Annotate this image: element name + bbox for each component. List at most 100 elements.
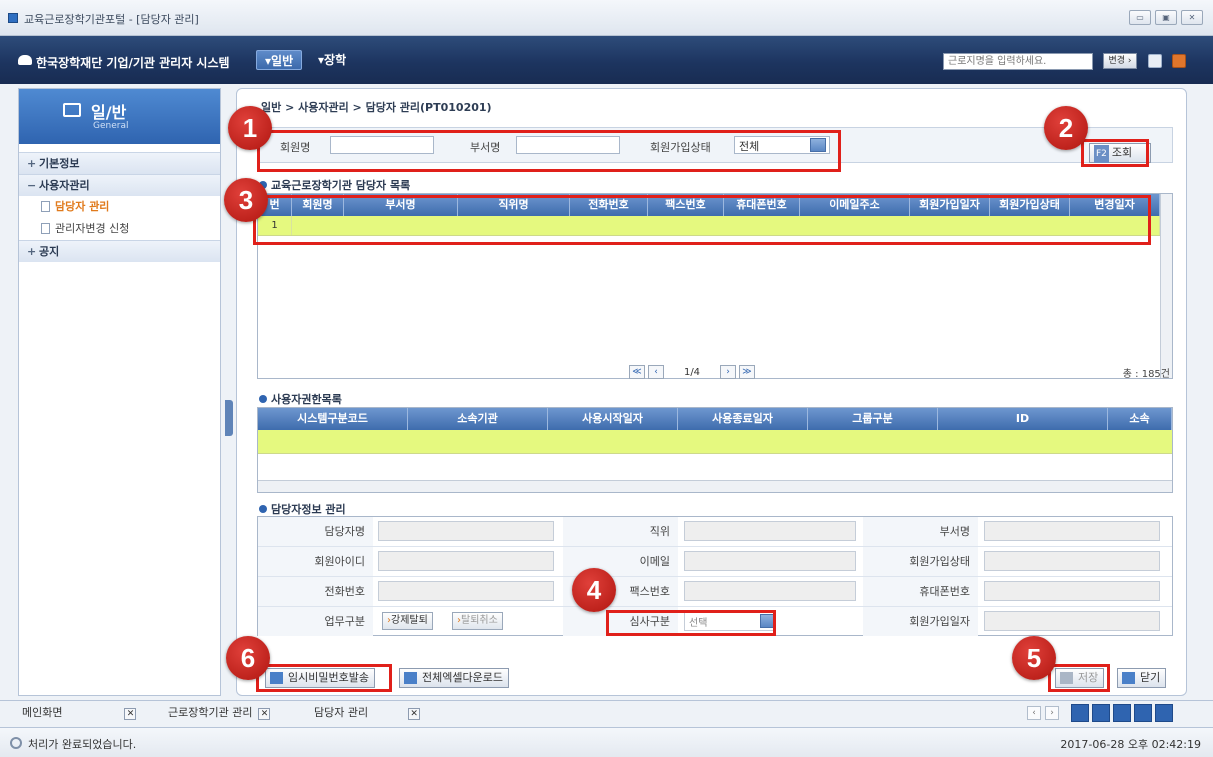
close-all-icon[interactable] — [1155, 704, 1173, 722]
sidebar-collapse-handle[interactable] — [225, 400, 233, 436]
prev-page-button[interactable]: ‹ — [648, 365, 664, 379]
task-tab-label: 근로장학기관 관리 — [168, 706, 253, 719]
excel-download-button[interactable]: 전체엑셀다운로드 — [399, 668, 509, 688]
callout-marker-2: 2 — [1044, 106, 1088, 150]
task-tab-manager[interactable]: 담당자 관리 ✕ — [314, 704, 421, 722]
menu-general[interactable]: ▾일반 — [256, 50, 303, 70]
status-bar: 처리가 완료되었습니다. 2017-06-28 오후 02:42:19 — [0, 727, 1213, 757]
cancel-withdraw-button[interactable]: ›탈퇴취소 — [452, 612, 503, 630]
grid-horizontal-scrollbar[interactable] — [258, 480, 1172, 492]
column-header[interactable]: 사용시작일자 — [548, 408, 678, 430]
workplace-search-input[interactable] — [943, 53, 1093, 70]
tab-scroll-left-icon[interactable]: ‹ — [1027, 706, 1041, 720]
member-id-label: 회원아이디 — [258, 547, 373, 576]
tile-horizontal-icon[interactable] — [1092, 704, 1110, 722]
close-icon — [1122, 672, 1135, 684]
task-tab-bar: 메인화면 ✕ 근로장학기관 관리 ✕ 담당자 관리 ✕ ‹ › — [0, 700, 1213, 724]
first-page-button[interactable]: ≪ — [629, 365, 645, 379]
callout-marker-4: 4 — [572, 568, 616, 612]
sidebar-item-admin-change-request[interactable]: 관리자변경 신청 — [19, 218, 220, 240]
total-count: 총 : 185건 — [1122, 369, 1170, 380]
callout-box-review — [606, 610, 776, 636]
column-header[interactable]: 사용종료일자 — [678, 408, 808, 430]
join-date-field[interactable] — [984, 611, 1160, 631]
position-label: 직위 — [563, 517, 678, 546]
sidebar-subtitle: General — [93, 121, 129, 131]
work-type-label: 업무구분 — [258, 607, 373, 636]
next-page-button[interactable]: › — [720, 365, 736, 379]
menu-scholarship[interactable]: ▾장학 — [310, 50, 354, 70]
phone-field[interactable] — [378, 581, 554, 601]
column-header[interactable]: 소속 — [1108, 408, 1172, 430]
email-field[interactable] — [684, 551, 856, 571]
mobile-field[interactable] — [984, 581, 1160, 601]
sidebar-item-user-management[interactable]: − 사용자관리 — [19, 174, 220, 196]
position-field[interactable] — [684, 521, 856, 541]
minimize-button[interactable]: ▭ — [1129, 10, 1151, 25]
close-button[interactable]: 닫기 — [1117, 668, 1167, 688]
column-header[interactable]: ID — [938, 408, 1108, 430]
main-panel: 일반 > 사용자관리 > 담당자 관리(PT010201) 회원명 부서명 회원… — [236, 88, 1187, 696]
help-icon[interactable] — [1148, 54, 1162, 68]
dept-field[interactable] — [984, 521, 1160, 541]
grid-vertical-scrollbar[interactable] — [1160, 194, 1172, 378]
foundation-logo-icon — [18, 55, 32, 65]
table-row[interactable] — [258, 430, 1172, 454]
top-navigation: 한국장학재단 기업/기관 관리자 시스템 ▾일반 ▾장학 변경 › — [0, 36, 1213, 84]
mobile-label: 휴대폰번호 — [863, 577, 978, 606]
logout-icon[interactable] — [1172, 54, 1186, 68]
close-tab-icon[interactable]: ✕ — [408, 708, 421, 720]
magnifier-icon — [10, 737, 22, 749]
callout-marker-1: 1 — [228, 106, 272, 150]
sidebar-item-notice[interactable]: + 공지 — [19, 240, 220, 262]
column-header[interactable]: 소속기관 — [408, 408, 548, 430]
info-form-title: 담당자정보 관리 — [259, 501, 346, 517]
tab-scroll-right-icon[interactable]: › — [1045, 706, 1059, 720]
permission-list-title-text: 사용자권한목록 — [271, 393, 342, 406]
last-page-button[interactable]: ≫ — [739, 365, 755, 379]
member-id-field[interactable] — [378, 551, 554, 571]
callout-box-search-button — [1081, 139, 1149, 167]
collapse-icon: − — [27, 179, 37, 192]
window-titlebar: 교육근로장학기관포털 - [담당자 관리] ▭ ▣ ✕ — [0, 0, 1213, 36]
task-tab-label: 메인화면 — [22, 706, 63, 719]
close-window-button[interactable]: ✕ — [1181, 10, 1203, 25]
minimize-all-icon[interactable] — [1134, 704, 1152, 722]
maximize-button[interactable]: ▣ — [1155, 10, 1177, 25]
column-header[interactable]: 시스템구분코드 — [258, 408, 408, 430]
permission-grid: 시스템구분코드 소속기관 사용시작일자 사용종료일자 그룹구분 ID 소속 — [257, 407, 1173, 493]
manager-name-field[interactable] — [378, 521, 554, 541]
force-withdraw-button[interactable]: ›강제탈퇴 — [382, 612, 433, 630]
join-date-label: 회원가입일자 — [863, 607, 978, 636]
cascade-icon[interactable] — [1113, 704, 1131, 722]
force-withdraw-label: 강제탈퇴 — [391, 615, 428, 626]
sidebar-title: 일/반 — [91, 103, 127, 122]
task-tab-main[interactable]: 메인화면 ✕ — [22, 704, 137, 722]
callout-box-search — [257, 130, 841, 172]
callout-marker-3: 3 — [224, 178, 268, 222]
fax-field[interactable] — [684, 581, 856, 601]
task-tab-label: 담당자 관리 — [314, 706, 369, 719]
callout-box-grid — [253, 195, 1151, 245]
status-datetime: 2017-06-28 오후 02:42:19 — [1060, 738, 1201, 751]
close-tab-icon[interactable]: ✕ — [258, 708, 271, 720]
task-tab-institution[interactable]: 근로장학기관 관리 ✕ — [168, 704, 271, 722]
sidebar-item-label: 관리자변경 신청 — [55, 222, 130, 235]
document-icon — [41, 201, 50, 212]
manager-list-title-text: 교육근로장학기관 담당자 목록 — [271, 179, 411, 192]
column-header[interactable]: 그룹구분 — [808, 408, 938, 430]
change-button[interactable]: 변경 › — [1103, 53, 1137, 69]
system-logo[interactable]: 한국장학재단 기업/기관 관리자 시스템 — [36, 54, 230, 71]
sidebar-item-manager-management[interactable]: 담당자 관리 — [19, 196, 220, 218]
join-status-field[interactable] — [984, 551, 1160, 571]
excel-download-label: 전체엑셀다운로드 — [422, 671, 503, 684]
sidebar-item-basic-info[interactable]: + 기본정보 — [19, 152, 220, 174]
expand-icon: + — [27, 245, 37, 258]
expand-icon: + — [27, 157, 37, 170]
sidebar-item-label: 사용자관리 — [39, 179, 90, 192]
bullet-icon — [259, 505, 267, 513]
callout-box-temp-password — [256, 664, 392, 692]
tile-vertical-icon[interactable] — [1071, 704, 1089, 722]
close-tab-icon[interactable]: ✕ — [124, 708, 137, 720]
document-icon — [41, 223, 50, 234]
